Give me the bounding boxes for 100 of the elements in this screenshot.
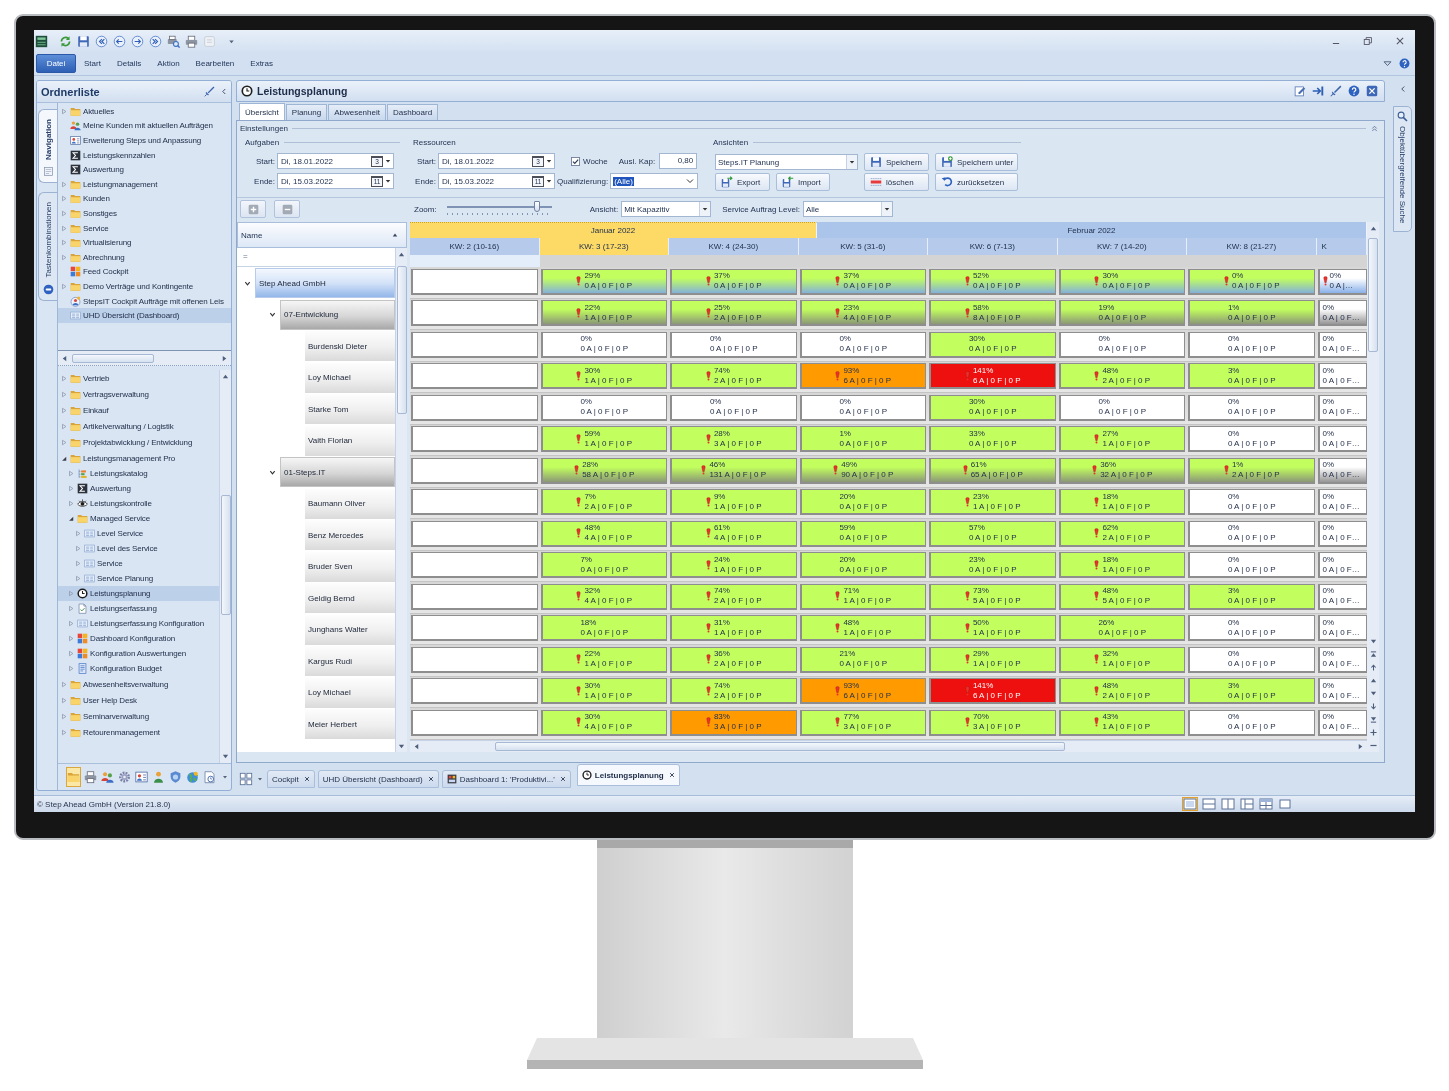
tree-item[interactable]: Managed Service <box>58 511 219 526</box>
tree-item[interactable]: Retourenmanagement <box>58 724 219 740</box>
tree-item[interactable]: Seminarverwaltung <box>58 708 219 724</box>
tree-item[interactable]: Leistungsmanagement Pro <box>58 450 219 466</box>
search-tab[interactable]: Objektübergreifende Suche <box>1393 106 1412 233</box>
tree-item[interactable]: Projektabwicklung / Entwicklung <box>58 434 219 450</box>
tree-item[interactable]: Leistungmanagement <box>58 176 231 192</box>
edit-note-icon[interactable] <box>1294 85 1306 97</box>
scroll-up-icon[interactable] <box>398 251 405 258</box>
tree-item[interactable]: Dashboard Konfiguration <box>58 631 219 646</box>
scrollbar-thumb[interactable] <box>495 741 1065 751</box>
action-button[interactable]: Speichern unter <box>935 153 1018 171</box>
tree-item[interactable]: UHD Übersicht (Dashboard) <box>58 308 231 323</box>
action-button[interactable]: zurücksetzen <box>935 173 1018 191</box>
layout-blank-icon[interactable] <box>1277 797 1293 811</box>
caret-down-icon[interactable] <box>883 206 890 212</box>
arrow-to-bar-icon[interactable] <box>1312 85 1324 97</box>
help-icon[interactable] <box>1399 58 1410 69</box>
caret-down-icon[interactable] <box>1369 638 1377 645</box>
row-header[interactable]: Meier Herbert <box>305 709 395 739</box>
tree-item[interactable]: Abwesenheitsverwaltung <box>58 676 219 692</box>
vertical-scrollbar[interactable] <box>395 248 407 752</box>
layout-columns-icon[interactable] <box>1220 797 1236 811</box>
tree-item[interactable]: User Help Desk <box>58 692 219 708</box>
tree-item[interactable]: Meine Kunden mit aktuellen Aufträgen <box>58 118 231 134</box>
scrollbar-thumb[interactable] <box>72 353 154 363</box>
close-icon[interactable] <box>303 776 310 782</box>
tree-item[interactable]: Konfiguration Auswertungen <box>58 646 219 661</box>
horizontal-scrollbar[interactable] <box>58 350 231 366</box>
ribbon-tab[interactable]: Start <box>76 54 109 73</box>
expanded-arrow-icon[interactable] <box>61 454 67 462</box>
file-menu-button[interactable]: Datei <box>36 54 76 73</box>
action-button[interactable]: Speichern <box>864 153 929 171</box>
chevron-down-icon[interactable] <box>244 279 251 287</box>
close-icon[interactable] <box>427 776 434 782</box>
chevron-down-icon[interactable] <box>269 468 276 476</box>
jump-to-bottom-icon[interactable] <box>1369 716 1377 723</box>
scroll-up-icon[interactable] <box>222 373 229 380</box>
row-header[interactable]: Loy Michael <box>305 677 395 708</box>
row-header[interactable]: Vaith Florian <box>305 425 395 456</box>
step-down-icon[interactable] <box>1369 703 1377 710</box>
tiles-icon[interactable] <box>239 772 253 786</box>
scrollbar-thumb[interactable] <box>396 266 407 414</box>
row-header[interactable]: Kargus Rudi <box>305 646 395 676</box>
ribbon-tab[interactable]: Bearbeiten <box>187 54 243 73</box>
row-header[interactable]: Burdenski Dieter <box>305 331 395 361</box>
chevron-left-icon[interactable] <box>1398 84 1407 94</box>
ribbon-tab[interactable]: Extras <box>242 54 281 73</box>
ribbon-tab[interactable]: Aktion <box>149 54 188 73</box>
scroll-right-icon[interactable] <box>1357 742 1364 750</box>
document-tab[interactable]: Dashboard 1: 'Produktivi...' <box>441 770 571 788</box>
caret-down-icon[interactable] <box>849 159 855 165</box>
pin-icon[interactable] <box>204 86 215 97</box>
column-header[interactable]: Name <box>237 222 407 248</box>
double-left-icon[interactable] <box>95 34 108 48</box>
scroll-left-icon[interactable] <box>61 354 68 362</box>
tree-item[interactable]: Einkauf <box>58 402 219 418</box>
tree-item[interactable]: Vertrieb <box>58 370 219 386</box>
action-button[interactable]: Export <box>715 173 770 191</box>
plus-button[interactable] <box>240 200 266 218</box>
jump-to-top-icon[interactable] <box>1369 651 1377 658</box>
caret-up-icon[interactable] <box>1369 677 1377 684</box>
scroll-down-icon[interactable] <box>222 753 229 760</box>
tree-item[interactable]: Level Service <box>58 526 219 541</box>
tree-item[interactable]: Aktuelles <box>58 104 231 119</box>
tree-item[interactable]: Auswertung <box>58 481 219 496</box>
row-header[interactable]: 01-Steps.IT <box>280 457 395 487</box>
number-field[interactable]: 0,80 <box>659 153 698 169</box>
row-header[interactable]: Starke Tom <box>305 394 395 424</box>
caret-down-icon[interactable] <box>1369 690 1377 697</box>
document-tab[interactable]: UHD Übersicht (Dashboard) <box>317 770 439 788</box>
tree-item[interactable]: Leistungserfassung Konfiguration <box>58 616 219 631</box>
scroll-right-icon[interactable] <box>221 354 228 362</box>
action-button[interactable]: löschen <box>864 173 929 191</box>
checkbox-label[interactable]: Woche <box>583 156 608 166</box>
document-tab[interactable]: Leistungsplanung <box>576 764 680 786</box>
side-tab[interactable]: Tastenkombinationen <box>38 191 57 301</box>
refresh-icon[interactable] <box>59 34 72 48</box>
tree-item[interactable]: Erweiterung Steps und Anpassung <box>58 133 231 148</box>
tree-item[interactable]: Service <box>58 556 219 571</box>
tree-item[interactable]: Service <box>58 220 231 236</box>
step-up-icon[interactable] <box>1369 664 1377 671</box>
tree-item[interactable]: Konfiguration Budget <box>58 661 219 676</box>
row-header[interactable]: Step Ahead GmbH <box>255 268 395 298</box>
app-logo-icon[interactable] <box>35 34 48 48</box>
vertical-scrollbar[interactable] <box>219 370 231 763</box>
row-header[interactable]: Baumann Oliver <box>305 488 395 519</box>
view-tab[interactable]: Dashboard <box>386 104 439 120</box>
tree-item[interactable]: Leistungsplanung <box>58 586 219 601</box>
checkbox[interactable] <box>571 156 580 166</box>
dropdown-field[interactable]: (Alle) <box>610 173 699 189</box>
tree-item[interactable]: Leistungskontrolle <box>58 496 219 511</box>
caret-down-icon[interactable] <box>385 158 391 164</box>
tree-item[interactable]: Leistungskatalog <box>58 466 219 481</box>
arrow-right-icon[interactable] <box>131 34 144 48</box>
row-header[interactable]: Geldig Bernd <box>305 583 395 613</box>
caret-down-icon[interactable] <box>546 178 552 184</box>
help-icon[interactable] <box>1348 85 1360 97</box>
double-right-icon[interactable] <box>149 34 162 48</box>
minus-button[interactable] <box>274 200 300 218</box>
